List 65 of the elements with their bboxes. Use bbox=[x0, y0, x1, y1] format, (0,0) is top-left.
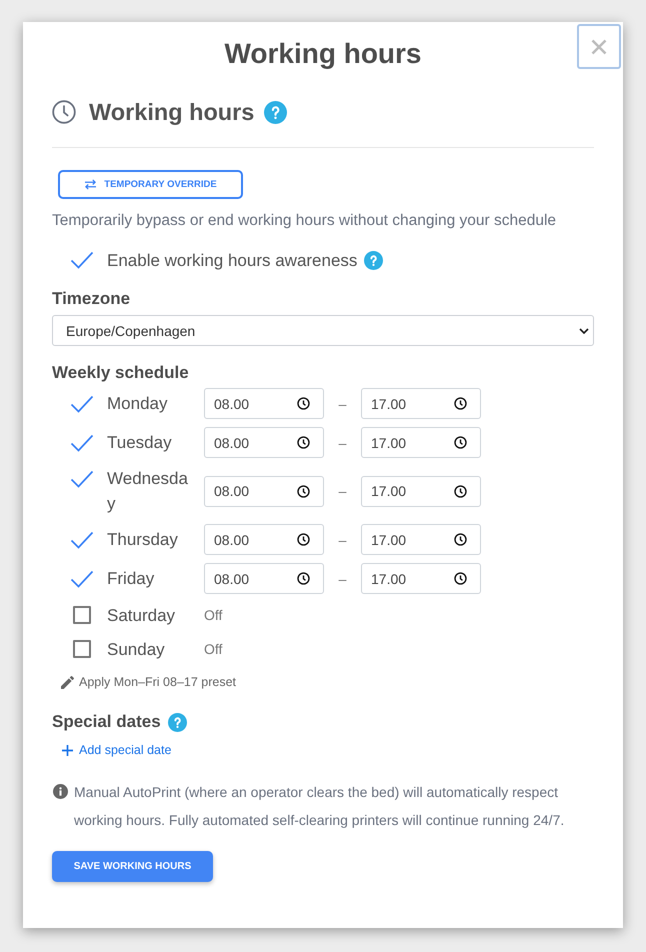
dialog-title: Working hours bbox=[223, 37, 423, 71]
off-status: Off bbox=[204, 607, 222, 623]
clock-icon[interactable] bbox=[454, 436, 467, 449]
checkbox[interactable] bbox=[73, 640, 91, 658]
help-icon[interactable] bbox=[264, 100, 288, 124]
help-icon[interactable] bbox=[168, 712, 187, 732]
checkbox[interactable] bbox=[70, 251, 94, 269]
timezone-label: Timezone bbox=[52, 288, 132, 310]
start-time-field[interactable]: 08.00 bbox=[204, 563, 324, 594]
preset-link[interactable]: Apply Mon–Fri 08–17 preset bbox=[61, 673, 236, 691]
temporary-override-button[interactable]: TEMPORARY OVERRIDE bbox=[58, 170, 243, 199]
save-working-hours-button[interactable]: SAVE WORKING HOURS bbox=[52, 851, 213, 882]
special-dates-title: Special dates bbox=[52, 711, 161, 733]
end-time-field[interactable]: 17.00 bbox=[361, 524, 481, 555]
end-time-field[interactable]: 17.00 bbox=[361, 476, 481, 506]
clock-icon[interactable] bbox=[297, 572, 310, 585]
start-time-field[interactable]: 08.00 bbox=[204, 388, 324, 419]
clock-icon[interactable] bbox=[297, 484, 310, 498]
info-note: Manual AutoPrint (where an operator clears the bed) will automatically respect working hours. Fully automated self-clearing printers will continue running 24/7. bbox=[74, 783, 566, 830]
checkbox[interactable] bbox=[70, 394, 94, 412]
range-dash: – bbox=[338, 532, 348, 548]
range-dash: – bbox=[338, 434, 348, 450]
checkbox[interactable] bbox=[70, 570, 94, 588]
range-dash: – bbox=[338, 483, 348, 499]
add-special-date-link[interactable]: Add special date bbox=[62, 741, 172, 759]
section-title: Working hours bbox=[89, 98, 254, 127]
checkbox[interactable] bbox=[70, 470, 94, 488]
range-dash: – bbox=[338, 570, 348, 586]
weekly-schedule-label: Weekly schedule bbox=[52, 362, 190, 384]
clock-icon[interactable] bbox=[454, 572, 467, 585]
day-label: Saturday bbox=[107, 604, 176, 626]
end-time-field[interactable]: 17.00 bbox=[361, 427, 481, 458]
day-label: Friday bbox=[107, 568, 156, 590]
info-icon bbox=[53, 784, 68, 799]
clock-icon[interactable] bbox=[297, 397, 310, 410]
clock-icon[interactable] bbox=[297, 533, 310, 546]
end-time-field[interactable]: 17.00 bbox=[361, 388, 481, 419]
awareness-label: Enable working hours awareness bbox=[107, 250, 358, 272]
timezone-select[interactable]: Europe/Copenhagen bbox=[52, 315, 594, 346]
checkbox[interactable] bbox=[70, 530, 94, 548]
day-label: Tuesday bbox=[107, 432, 173, 454]
chevron-down-icon bbox=[579, 328, 589, 334]
day-label: Thursday bbox=[107, 529, 179, 551]
swap-arrows-icon bbox=[84, 179, 98, 190]
clock-icon[interactable] bbox=[454, 533, 467, 546]
help-icon[interactable] bbox=[364, 250, 384, 270]
clock-icon bbox=[52, 100, 76, 124]
day-label: Monday bbox=[107, 393, 168, 415]
override-hint: Temporarily bypass or end working hours without changing your schedule bbox=[52, 211, 558, 231]
clock-icon[interactable] bbox=[297, 436, 310, 449]
checkbox[interactable] bbox=[73, 606, 91, 624]
clock-icon[interactable] bbox=[454, 397, 467, 410]
clock-icon[interactable] bbox=[454, 484, 467, 498]
day-label: Wednesday bbox=[107, 468, 189, 515]
range-dash: – bbox=[338, 396, 348, 412]
start-time-field[interactable]: 08.00 bbox=[204, 524, 324, 555]
checkbox[interactable] bbox=[70, 434, 94, 452]
pencil-icon bbox=[61, 676, 74, 688]
off-status: Off bbox=[204, 641, 222, 657]
plus-icon bbox=[62, 744, 73, 756]
close-icon bbox=[591, 38, 607, 54]
end-time-field[interactable]: 17.00 bbox=[361, 563, 481, 594]
start-time-field[interactable]: 08.00 bbox=[204, 476, 324, 506]
start-time-field[interactable]: 08.00 bbox=[204, 427, 324, 458]
day-label: Sunday bbox=[107, 638, 166, 660]
